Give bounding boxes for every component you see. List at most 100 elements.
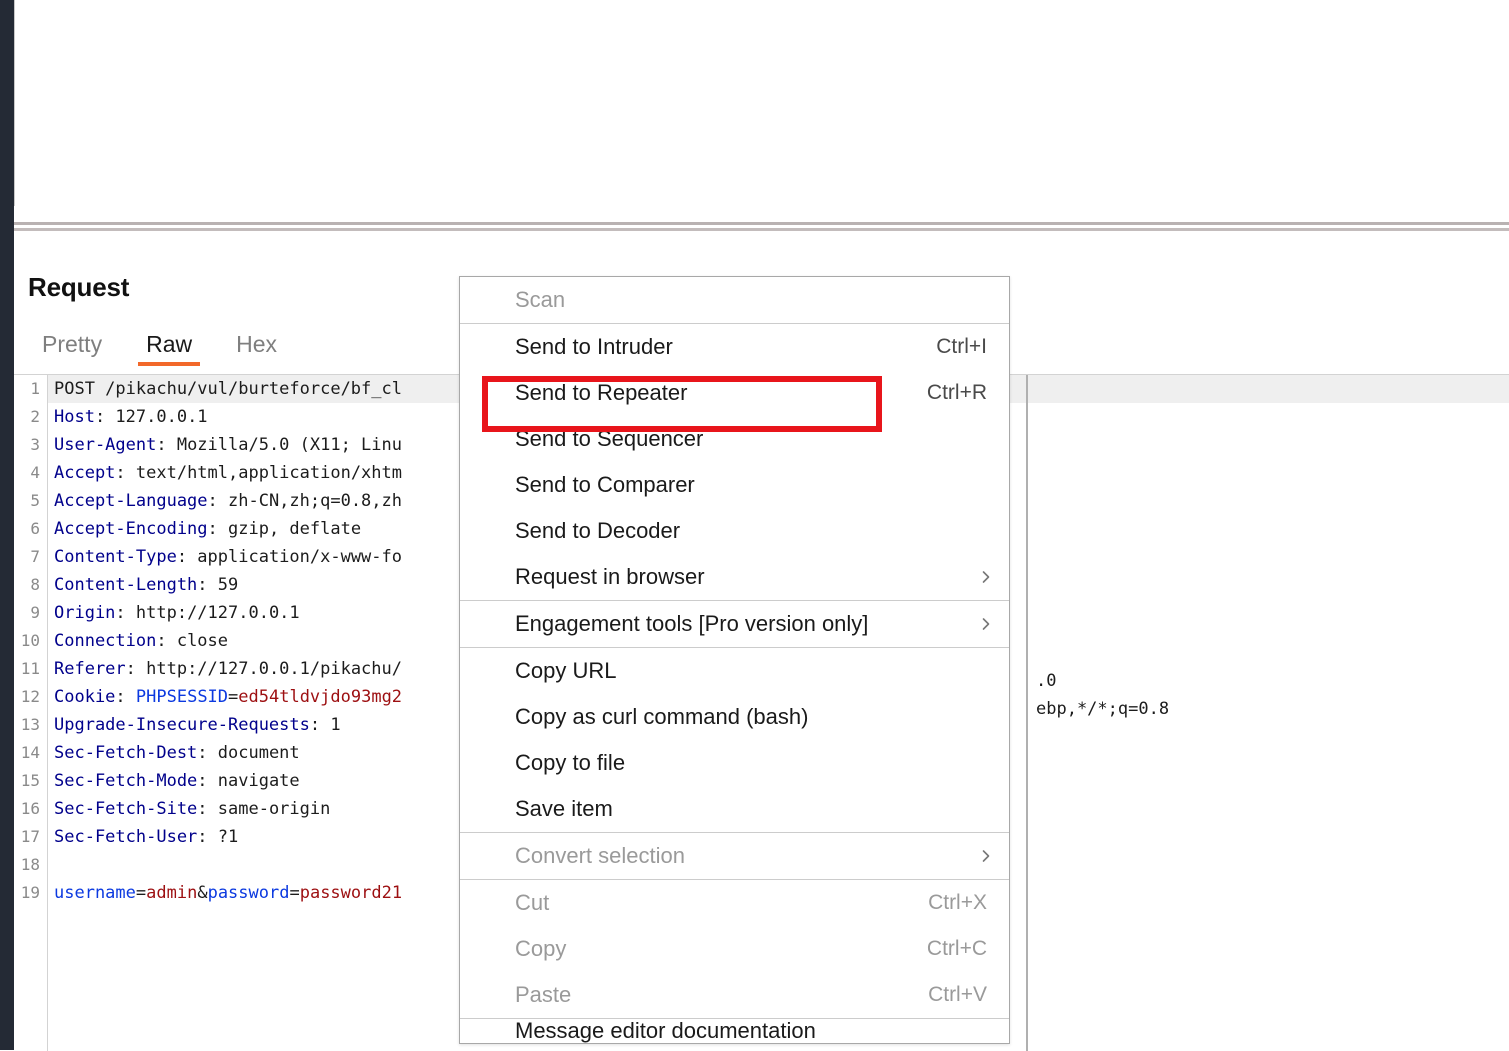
menu-item-label: Scan [515, 287, 566, 312]
page-title: Request [28, 272, 130, 302]
menu-item-copy-url[interactable]: Copy URL [460, 648, 1009, 694]
code-token: Sec-Fetch-Mode [54, 771, 198, 791]
code-token: POST /pikachu/vul/burteforce/bf_cl [54, 379, 402, 399]
code-token: : document [197, 743, 300, 763]
code-token: Referer [54, 659, 126, 679]
code-token: = [289, 883, 300, 903]
code-token: Accept [54, 463, 116, 483]
menu-item-shortcut: Ctrl+R [926, 381, 987, 404]
menu-item-label: Copy to file [515, 750, 626, 775]
code-token: : http://127.0.0.1/pikachu/ [125, 659, 402, 679]
code-token: Host [54, 407, 95, 427]
menu-item-label: Save item [515, 796, 613, 821]
menu-item-save-item[interactable]: Save item [460, 786, 1009, 832]
code-token: Upgrade-Insecure-Requests [54, 715, 310, 735]
code-token: : navigate [197, 771, 300, 791]
splitter-bar-top [0, 222, 1509, 225]
menu-item-label: Send to Decoder [515, 518, 681, 543]
menu-item-send-to-decoder[interactable]: Send to Decoder [460, 508, 1009, 554]
code-token: Content-Length [54, 575, 198, 595]
code-token: Cookie [54, 687, 116, 707]
code-token: Accept-Language [54, 491, 208, 511]
code-token: ed54tldvjdo93mg2 [238, 687, 403, 707]
tab-hex[interactable]: Hex [214, 327, 299, 361]
menu-item-label: Send to Intruder [515, 334, 673, 359]
menu-item-shortcut: Ctrl+I [936, 335, 987, 358]
code-token: Connection [54, 631, 157, 651]
menu-item-engagement-tools[interactable]: Engagement tools [Pro version only] [460, 601, 1009, 647]
line-number: 16 [20, 799, 40, 818]
menu-item-label: Paste [515, 982, 572, 1007]
upper-pane [14, 0, 1509, 214]
line-number: 19 [20, 883, 40, 902]
menu-item-scan: Scan [460, 277, 1009, 323]
line-number: 7 [30, 547, 40, 566]
pane-splitter[interactable] [0, 222, 1509, 232]
line-number: 14 [20, 743, 40, 762]
menu-item-label: Send to Repeater [515, 380, 688, 405]
context-menu-group: Cut Ctrl+X Copy Ctrl+C Paste Ctrl+V [460, 879, 1009, 1018]
code-token: : http://127.0.0.1 [115, 603, 300, 623]
code-overflow-text: .0 [1036, 671, 1057, 691]
menu-item-label: Copy [515, 936, 567, 961]
code-token: & [197, 883, 208, 903]
menu-item-shortcut: Ctrl+C [926, 937, 987, 960]
code-token: password [207, 883, 290, 903]
menu-item-label: Cut [515, 890, 550, 915]
tab-pretty[interactable]: Pretty [20, 327, 124, 361]
line-number: 3 [30, 435, 40, 454]
code-token: Content-Type [54, 547, 177, 567]
menu-item-convert-selection: Convert selection [460, 833, 1009, 879]
menu-item-label: Message editor documentation [515, 1019, 816, 1043]
menu-item-label: Engagement tools [Pro version only] [515, 611, 869, 636]
line-number-gutter: 1 2 3 4 5 6 7 8 9 10 11 12 13 14 15 16 17 18 19 [14, 375, 48, 1051]
code-overflow-text: ebp,*/*;q=0.8 [1036, 699, 1170, 719]
menu-item-copy-as-curl-command-bash[interactable]: Copy as curl command (bash) [460, 694, 1009, 740]
menu-item-message-editor-documentation[interactable]: Message editor documentation [460, 1019, 1009, 1043]
menu-item-paste: Paste Ctrl+V [460, 972, 1009, 1018]
splitter-bar-bottom [0, 228, 1509, 231]
code-token: Accept-Encoding [54, 519, 208, 539]
code-token: : 127.0.0.1 [94, 407, 208, 427]
menu-item-label: Send to Sequencer [515, 426, 704, 451]
code-token: : 59 [197, 575, 239, 595]
upper-pane-hscrollbar-track[interactable] [14, 206, 1509, 429]
menu-item-send-to-sequencer[interactable]: Send to Sequencer [460, 416, 1009, 462]
code-token: : text/html,application/xhtm [115, 463, 402, 483]
line-number: 2 [30, 407, 40, 426]
code-token: : 1 [309, 715, 341, 735]
line-number: 12 [20, 687, 40, 706]
menu-item-send-to-comparer[interactable]: Send to Comparer [460, 462, 1009, 508]
request-view-tabs: Pretty Raw Hex [20, 327, 299, 367]
code-token: = [135, 883, 147, 903]
code-token: User-Agent [54, 435, 157, 455]
menu-item-cut: Cut Ctrl+X [460, 880, 1009, 926]
menu-item-send-to-repeater[interactable]: Send to Repeater Ctrl+R [460, 370, 1009, 416]
code-token: username [54, 883, 136, 903]
line-number: 6 [30, 519, 40, 538]
chevron-right-icon [979, 617, 993, 631]
menu-item-copy: Copy Ctrl+C [460, 926, 1009, 972]
context-menu-group: Convert selection [460, 832, 1009, 879]
line-number: 15 [20, 771, 40, 790]
code-token: : gzip, deflate [207, 519, 362, 539]
code-token: : close [156, 631, 229, 651]
code-token: : Mozilla/5.0 (X11; Linu [156, 435, 402, 455]
menu-item-send-to-intruder[interactable]: Send to Intruder Ctrl+I [460, 324, 1009, 370]
line-number: 8 [30, 575, 40, 594]
menu-item-request-in-browser[interactable]: Request in browser [460, 554, 1009, 600]
code-token: Origin [54, 603, 116, 623]
context-menu[interactable]: Scan Send to Intruder Ctrl+I Send to Repeat… [459, 276, 1010, 1044]
line-number: 11 [20, 659, 40, 678]
context-menu-group: Message editor documentation [460, 1018, 1009, 1043]
menu-item-copy-to-file[interactable]: Copy to file [460, 740, 1009, 786]
menu-item-label: Copy as curl command (bash) [515, 704, 809, 729]
code-token: = [228, 687, 239, 707]
tab-raw[interactable]: Raw [124, 327, 214, 366]
code-token: admin [146, 883, 198, 903]
chevron-right-icon [979, 570, 993, 584]
code-token: : same-origin [197, 799, 331, 819]
code-token: : [115, 687, 136, 707]
code-token: : application/x-www-fo [176, 547, 402, 567]
code-token: Sec-Fetch-User [54, 827, 198, 847]
